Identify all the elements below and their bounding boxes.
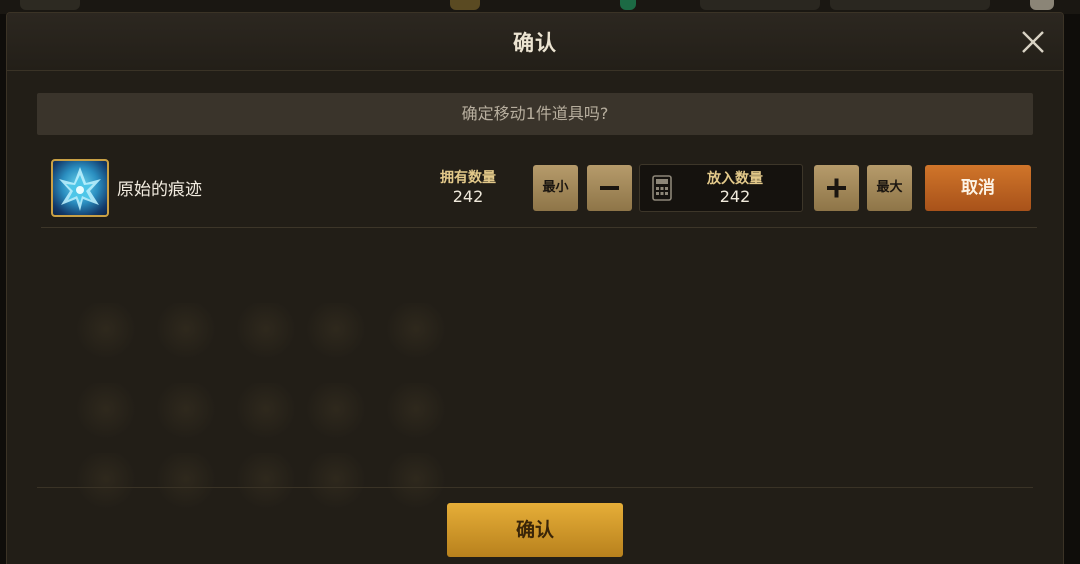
minus-icon [600, 186, 619, 190]
min-button[interactable]: 最小 [533, 165, 578, 211]
item-name: 原始的痕迹 [117, 180, 202, 200]
max-button[interactable]: 最大 [867, 165, 912, 211]
ghost-slot [77, 383, 135, 441]
quantity-value: 242 [719, 187, 751, 206]
hud-decoration [20, 0, 80, 10]
calculator-icon [652, 175, 672, 201]
ghost-slot [237, 303, 295, 361]
divider [41, 227, 1037, 228]
quantity-input[interactable]: 放入数量 242 [639, 164, 803, 212]
ghost-slot [307, 453, 365, 511]
hud-decoration [830, 0, 990, 10]
owned-quantity-label: 拥有数量 [440, 170, 496, 186]
increase-button[interactable] [814, 165, 859, 211]
owned-quantity-value: 242 [452, 187, 484, 206]
confirm-button[interactable]: 确认 [447, 503, 623, 557]
item-slot[interactable] [51, 159, 109, 217]
ghost-slot [157, 383, 215, 441]
dialog-titlebar: 确认 [7, 13, 1063, 71]
hud-decoration [450, 0, 480, 10]
game-screen: 确认 确定移动1件道具吗? 原始的痕迹 拥有数量 242 最小 放入数量 242… [0, 0, 1080, 564]
ghost-slot [387, 453, 445, 511]
quantity-label: 放入数量 [707, 171, 763, 187]
close-button[interactable] [1019, 28, 1047, 56]
item-row: 原始的痕迹 拥有数量 242 最小 放入数量 242 最大 取消 [41, 153, 1037, 229]
confirm-question: 确定移动1件道具吗? [37, 93, 1033, 135]
dialog-title: 确认 [513, 31, 557, 55]
ghost-slot [157, 453, 215, 511]
hud-decoration [700, 0, 820, 10]
cancel-button[interactable]: 取消 [925, 165, 1031, 211]
ghost-slot [307, 303, 365, 361]
ghost-slot [237, 453, 295, 511]
divider [37, 487, 1033, 488]
decrease-button[interactable] [587, 165, 632, 211]
ghost-slot [77, 453, 135, 511]
crystal-item-icon [59, 167, 101, 211]
ghost-slot [387, 383, 445, 441]
calculator-button[interactable] [652, 175, 672, 201]
hud-decoration [620, 0, 636, 10]
ghost-slot [157, 303, 215, 361]
ghost-slot [237, 383, 295, 441]
ghost-slot [77, 303, 135, 361]
hud-decoration [1030, 0, 1054, 10]
confirm-dialog: 确认 确定移动1件道具吗? 原始的痕迹 拥有数量 242 最小 放入数量 242… [6, 12, 1064, 564]
ghost-slot [307, 383, 365, 441]
ghost-slot [387, 303, 445, 361]
plus-icon [827, 178, 846, 198]
close-icon [1022, 31, 1044, 53]
